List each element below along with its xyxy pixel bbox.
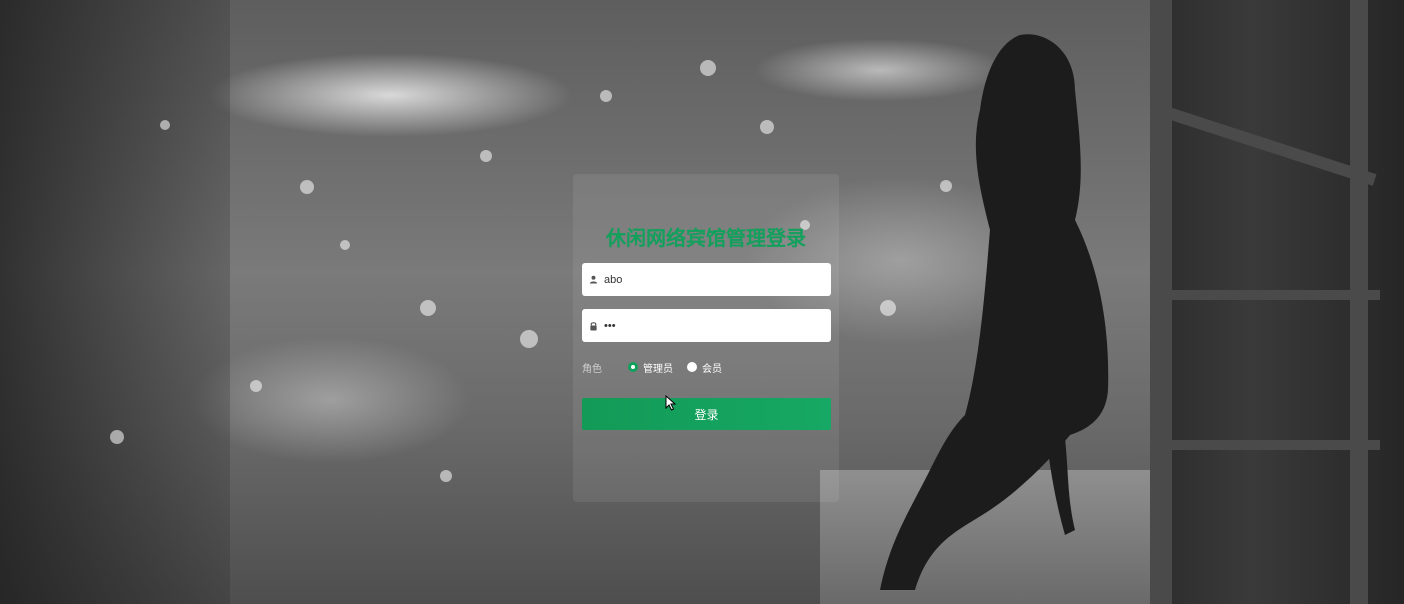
role-label: 角色 xyxy=(582,363,602,375)
bokeh-light xyxy=(340,240,350,250)
role-option-label: 管理员 xyxy=(643,363,673,375)
login-panel: 休闲网络宾馆管理登录 角色 管理员 xyxy=(573,174,839,502)
bokeh-light xyxy=(700,60,716,76)
bokeh-light xyxy=(110,430,124,444)
role-option-label: 会员 xyxy=(702,363,722,375)
stair-beam xyxy=(1163,106,1377,186)
user-icon xyxy=(582,275,604,284)
person-silhouette xyxy=(880,34,1109,590)
lock-icon xyxy=(582,321,604,331)
role-selector: 角色 管理员 会员 xyxy=(582,360,736,375)
radio-member[interactable] xyxy=(687,362,697,372)
username-field[interactable] xyxy=(582,263,831,296)
bokeh-light xyxy=(250,380,262,392)
password-input[interactable] xyxy=(604,309,831,342)
mouse-pointer-icon xyxy=(665,395,677,411)
bokeh-light xyxy=(420,300,436,316)
login-title: 休闲网络宾馆管理登录 xyxy=(606,226,806,250)
bokeh-light xyxy=(520,330,538,348)
bokeh-light xyxy=(300,180,314,194)
bokeh-light xyxy=(160,120,170,130)
stair-beam xyxy=(1350,0,1368,604)
username-input[interactable] xyxy=(604,263,831,296)
bokeh-light xyxy=(760,120,774,134)
role-option-member[interactable]: 会员 xyxy=(687,360,722,375)
stair-beam xyxy=(1150,0,1172,604)
bokeh-light xyxy=(600,90,612,102)
background-photo: 休闲网络宾馆管理登录 角色 管理员 xyxy=(0,0,1404,604)
stair-beam xyxy=(1160,290,1380,300)
stair-beam xyxy=(1160,440,1380,450)
bokeh-light xyxy=(440,470,452,482)
radio-admin[interactable] xyxy=(628,362,638,372)
login-button[interactable]: 登录 xyxy=(582,398,831,430)
fire-escape-stairs xyxy=(1150,0,1404,604)
bokeh-light xyxy=(480,150,492,162)
city-shadow xyxy=(0,0,230,604)
password-field[interactable] xyxy=(582,309,831,342)
role-option-admin[interactable]: 管理员 xyxy=(628,360,673,375)
